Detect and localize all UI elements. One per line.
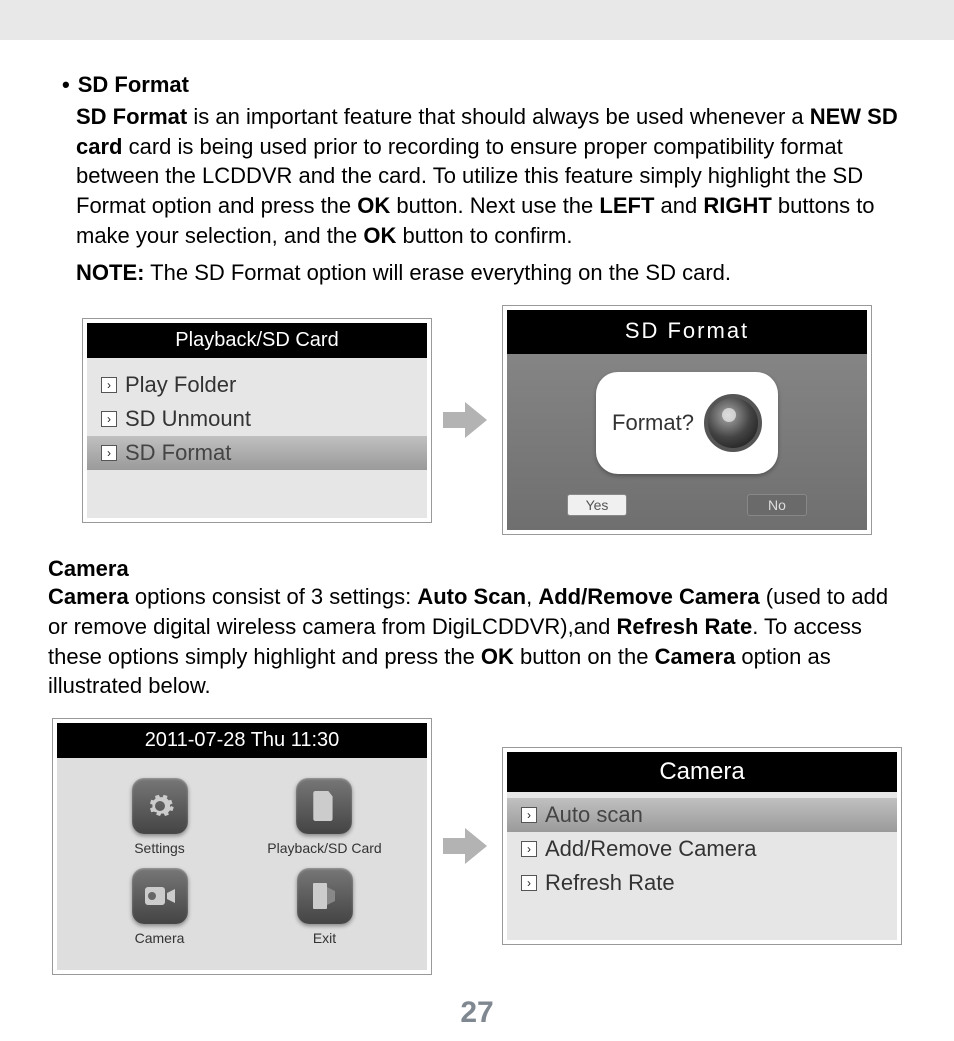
chevron-right-icon: › [101,411,117,427]
menu-item-label: SD Unmount [125,406,251,432]
ok-bold-1: OK [357,193,390,218]
menu-item-sd-format[interactable]: › SD Format [87,436,427,470]
tile-label: Exit [313,930,336,946]
figures-row-1: Playback/SD Card › Play Folder › SD Unmo… [48,306,906,534]
sd-format-dialog-figure: SD Format Format? Yes No [503,306,871,534]
arrow-right-icon [443,826,491,866]
camera-paragraph: Camera options consist of 3 settings: Au… [48,582,906,701]
add-remove-camera-bold: Add/Remove Camera [538,584,759,609]
sd-format-note: NOTE: The SD Format option will erase ev… [76,258,906,288]
chevron-right-icon: › [521,807,537,823]
page-number: 27 [48,996,906,1030]
bullet-dot: • [62,72,70,98]
chevron-right-icon: › [521,841,537,857]
page-top-strip [0,0,954,40]
tile-label: Playback/SD Card [267,840,381,856]
camera-menu: Camera › Auto scan › Add/Remove Camera ›… [507,752,897,940]
chevron-right-icon: › [101,445,117,461]
playback-menu-title: Playback/SD Card [87,323,427,358]
sd-format-bold-1: SD Format [76,104,187,129]
camera-bold-2: Camera [655,644,736,669]
sd-format-dialog-title: SD Format [507,310,867,354]
yes-button[interactable]: Yes [567,494,627,516]
menu-item-add-remove-camera[interactable]: › Add/Remove Camera [507,832,897,866]
sd-format-heading: • SD Format [48,72,906,98]
left-bold: LEFT [599,193,654,218]
sd-format-paragraph: SD Format is an important feature that s… [76,102,906,250]
sd-card-icon [296,778,352,834]
menu-item-label: Add/Remove Camera [545,836,757,862]
camera-menu-figure: Camera › Auto scan › Add/Remove Camera ›… [503,748,901,944]
menu-item-play-folder[interactable]: › Play Folder [87,368,427,402]
refresh-rate-bold: Refresh Rate [617,614,753,639]
camera-heading: Camera [48,556,906,582]
playback-menu-figure: Playback/SD Card › Play Folder › SD Unmo… [83,319,431,522]
figures-row-2: 2011-07-28 Thu 11:30 Settings Playback/S… [48,719,906,974]
camera-bold-1: Camera [48,584,129,609]
menu-item-label: Refresh Rate [545,870,675,896]
page-content: • SD Format SD Format is an important fe… [0,40,954,1030]
right-bold: RIGHT [703,193,771,218]
playback-menu: Playback/SD Card › Play Folder › SD Unmo… [87,323,427,518]
menu-item-sd-unmount[interactable]: › SD Unmount [87,402,427,436]
camera-menu-title: Camera [507,752,897,792]
menu-item-auto-scan[interactable]: › Auto scan [507,798,897,832]
settings-tile[interactable]: Settings [132,778,188,856]
exit-tile[interactable]: Exit [297,868,353,946]
menu-item-label: Play Folder [125,372,236,398]
no-button[interactable]: No [747,494,807,516]
menu-item-label: SD Format [125,440,231,466]
note-label: NOTE: [76,260,144,285]
main-menu: 2011-07-28 Thu 11:30 Settings Playback/S… [57,723,427,970]
main-menu-title: 2011-07-28 Thu 11:30 [57,723,427,758]
format-prompt-bubble: Format? [596,372,778,474]
camera-icon [132,868,188,924]
sd-format-heading-text: SD Format [78,72,189,98]
tile-label: Settings [134,840,185,856]
note-text: The SD Format option will erase everythi… [144,260,731,285]
ok-bold-3: OK [481,644,514,669]
chevron-right-icon: › [101,377,117,393]
exit-icon [297,868,353,924]
chevron-right-icon: › [521,875,537,891]
arrow-right-icon [443,400,491,440]
format-prompt-text: Format? [612,410,694,436]
camera-lens-icon [704,394,762,452]
gear-icon [132,778,188,834]
auto-scan-bold: Auto Scan [417,584,526,609]
tile-label: Camera [135,930,185,946]
playback-tile[interactable]: Playback/SD Card [267,778,381,856]
camera-tile[interactable]: Camera [132,868,188,946]
ok-bold-2: OK [363,223,396,248]
main-menu-figure: 2011-07-28 Thu 11:30 Settings Playback/S… [53,719,431,974]
menu-item-label: Auto scan [545,802,643,828]
sd-format-dialog: SD Format Format? Yes No [507,310,867,530]
menu-item-refresh-rate[interactable]: › Refresh Rate [507,866,897,900]
